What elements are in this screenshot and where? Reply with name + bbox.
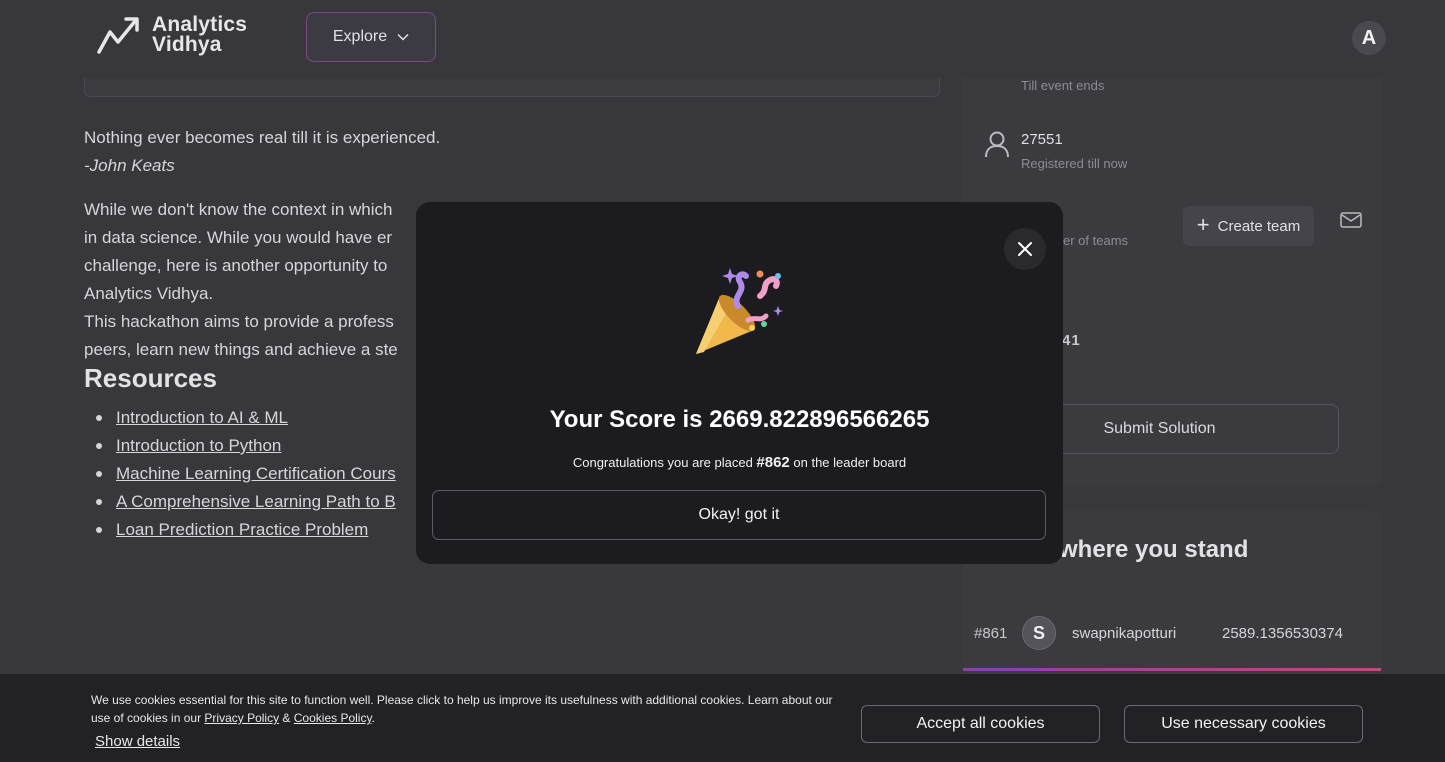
resources-list: Introduction to AI & ML Introduction to … [96,404,396,544]
leaderboard-score: 2589.1356530374 [1222,624,1343,642]
cookie-text-amp: & [279,711,294,725]
resource-link[interactable]: Introduction to Python [116,432,281,460]
user-icon [985,131,1009,158]
score-sub-prefix: Congratulations you are placed [572,455,757,470]
quote-block: Nothing ever becomes real till it is exp… [84,124,440,180]
till-event-label: Till event ends [1021,78,1105,93]
teams-label: er of teams [1063,233,1129,248]
score-subtitle: Congratulations you are placed #862 on t… [416,454,1063,471]
score-title: Your Score is 2669.822896566265 [549,406,930,433]
current-rank-partial: 41 [1062,332,1081,349]
cookies-policy-link[interactable]: Cookies Policy [294,711,372,725]
resource-link[interactable]: Machine Learning Certification Cours [116,460,396,488]
chevron-down-icon [397,33,409,41]
use-necessary-cookies-button[interactable]: Use necessary cookies [1124,705,1363,743]
explore-label: Explore [332,28,388,45]
bullet [96,527,102,533]
cookie-text-body: We use cookies essential for this site t… [91,693,833,725]
registered-count: 27551 [1021,131,1063,148]
bullet [96,415,102,421]
list-item: Introduction to Python [96,432,396,460]
content-card-top [84,78,940,97]
site-logo[interactable]: Analytics Vidhya [96,14,247,56]
trend-arrow-icon [97,17,139,54]
privacy-policy-link[interactable]: Privacy Policy [204,711,279,725]
list-item: Introduction to AI & ML [96,404,396,432]
create-team-label: Create team [1217,217,1301,235]
list-item: Machine Learning Certification Cours [96,460,396,488]
user-avatar[interactable]: A [1352,21,1386,55]
party-popper-icon [696,268,783,354]
resource-link[interactable]: A Comprehensive Learning Path to B [116,488,396,516]
quote-author: -John Keats [84,156,175,175]
leaderboard-heading: where you stand [1059,536,1249,563]
leaderboard-highlight-line [963,668,1381,671]
modal-close-button[interactable] [1004,228,1046,270]
resource-link[interactable]: Loan Prediction Practice Problem [116,516,368,544]
mail-icon[interactable] [1340,212,1362,228]
show-details-link[interactable]: Show details [95,733,180,750]
desc-line-1: While we don't know the context in which [84,200,393,219]
leaderboard-name: swapnikapotturi [1072,624,1177,642]
list-item: A Comprehensive Learning Path to B [96,488,396,516]
close-icon [1018,242,1032,256]
create-team-button[interactable]: + Create team [1183,206,1314,246]
resources-heading: Resources [84,363,217,393]
bullet [96,499,102,505]
leaderboard-row: #861 S swapnikapotturi 2589.1356530374 [974,615,1374,651]
leaderboard-avatar: S [1022,616,1056,650]
score-sub-rank: #862 [756,454,790,471]
plus-icon: + [1196,212,1210,237]
bullet [96,471,102,477]
leaderboard-rank: #861 [974,624,1008,642]
logo-text: Analytics Vidhya [152,13,248,56]
bullet [96,443,102,449]
logo-line-1: Analytics [152,13,248,36]
cookie-text-period: . [371,711,375,725]
explore-button[interactable]: Explore [306,12,436,62]
resource-link[interactable]: Introduction to AI & ML [116,404,288,432]
top-header: Analytics Vidhya Explore A [0,0,1445,78]
score-sub-suffix: on the leader board [789,455,907,470]
quote-text: Nothing ever becomes real till it is exp… [84,128,441,147]
accept-all-cookies-button[interactable]: Accept all cookies [861,705,1100,743]
cookie-text: We use cookies essential for this site t… [91,691,841,727]
list-item: Loan Prediction Practice Problem [96,516,396,544]
logo-line-2: Vidhya [152,33,222,56]
okay-got-it-button[interactable]: Okay! got it [432,490,1046,540]
registered-label: Registered till now [1021,156,1128,171]
